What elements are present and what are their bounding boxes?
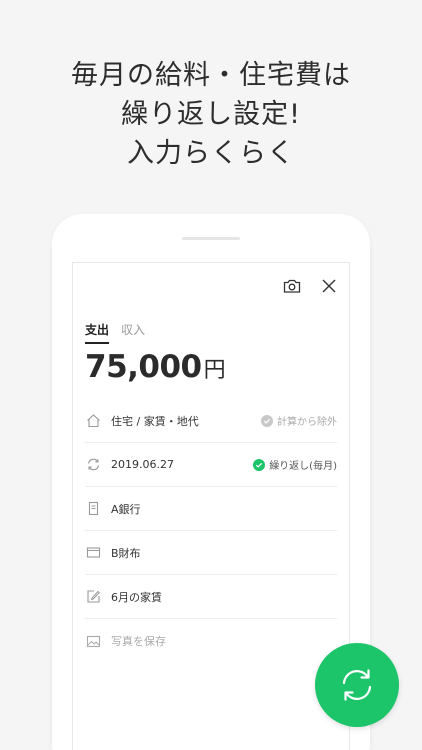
repeat-toggle[interactable]: 繰り返し(毎月) [253, 457, 337, 472]
check-circle-icon [253, 458, 266, 471]
check-circle-icon [261, 414, 273, 427]
image-icon [85, 633, 101, 649]
account-row[interactable]: A銀行 [85, 487, 337, 531]
amount-unit: 円 [203, 358, 226, 383]
entry-form: 支出 収入 75,000 円 住宅 / 家賃・地代 計算から除外 2019.06… [72, 262, 350, 750]
repeat-icon [85, 457, 101, 473]
headline-line-3: 入力らくらく [127, 138, 295, 169]
tab-income[interactable]: 収入 [121, 321, 145, 344]
close-icon[interactable] [318, 275, 340, 297]
category-label: 住宅 / 家賃・地代 [111, 414, 199, 428]
exclude-label: 計算から除外 [277, 417, 337, 428]
wallet-label: B財布 [111, 546, 141, 560]
exclude-toggle[interactable]: 計算から除外 [261, 413, 337, 428]
wallet-row[interactable]: B財布 [85, 531, 337, 575]
date-label: 2019.06.27 [111, 458, 174, 471]
account-label: A銀行 [111, 502, 141, 516]
phone-speaker [182, 237, 240, 240]
memo-row[interactable]: 6月の家賃 [85, 575, 337, 619]
repeat-fab-button[interactable] [315, 643, 399, 727]
repeat-icon [342, 669, 372, 701]
camera-icon[interactable] [281, 275, 303, 297]
amount-display[interactable]: 75,000 円 [85, 349, 226, 385]
memo-icon [85, 589, 101, 605]
date-row[interactable]: 2019.06.27 繰り返し(毎月) [85, 443, 337, 487]
memo-label: 6月の家賃 [111, 590, 162, 604]
photo-row[interactable]: 写真を保存 [85, 619, 337, 663]
photo-label: 写真を保存 [111, 635, 166, 648]
category-row[interactable]: 住宅 / 家賃・地代 計算から除外 [85, 399, 337, 443]
house-icon [85, 413, 101, 429]
headline-line-1: 毎月の給料・住宅費は [71, 60, 351, 91]
headline: 毎月の給料・住宅費は 繰り返し設定! 入力らくらく [0, 56, 422, 173]
repeat-label: 繰り返し(毎月) [269, 461, 337, 472]
amount-value: 75,000 [85, 349, 202, 385]
wallet-icon [85, 545, 101, 561]
tab-expense[interactable]: 支出 [85, 321, 110, 344]
type-tabs: 支出 収入 [85, 321, 145, 344]
headline-line-2: 繰り返し設定! [121, 99, 301, 130]
bank-icon [85, 501, 101, 517]
